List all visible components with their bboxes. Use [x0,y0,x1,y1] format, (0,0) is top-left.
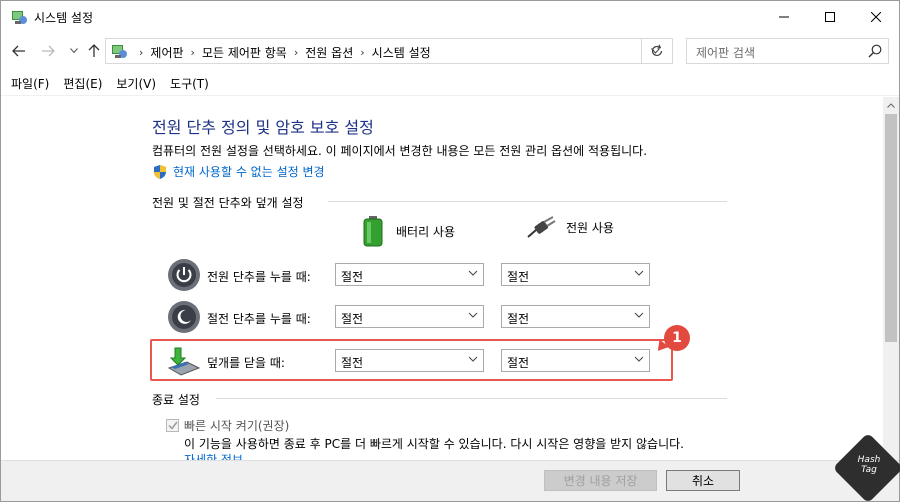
fast-startup-description: 이 기능을 사용하면 종료 후 PC를 더 빠르게 시작할 수 있습니다. 다시… [184,437,684,451]
power-button-label: 전원 단추를 누를 때: [207,270,311,284]
title-bar: 시스템 설정 [1,1,899,32]
breadcrumb-separator[interactable]: › [191,46,195,59]
select-value: 절전 [341,270,364,284]
uac-shield-icon [154,164,166,179]
change-link-label[interactable]: 현재 사용할 수 없는 설정 변경 [173,163,325,180]
search-placeholder: 제어판 검색 [696,46,756,60]
chevron-down-icon [468,312,478,318]
menu-edit[interactable]: 편집(E) [56,75,109,92]
section-divider [216,398,727,399]
menu-file[interactable]: 파일(F) [4,75,56,92]
save-changes-button[interactable]: 변경 내용 저장 [544,470,657,491]
control-panel-icon [12,11,27,24]
more-info-link[interactable]: 자세한 정보 [184,451,243,460]
battery-column-header: 배터리 사용 [362,215,455,247]
select-value: 절전 [507,270,530,284]
watermark-line2: Tag [861,465,877,475]
plugged-column-header: 전원 사용 [526,215,614,239]
watermark-line1: Hash [857,455,881,465]
select-value: 절전 [507,312,530,326]
sleep-button-battery-select[interactable]: 절전 [335,305,484,328]
power-button-icon [168,259,200,291]
recent-locations-button[interactable] [65,42,83,60]
scroll-thumb[interactable] [885,114,897,342]
page-title: 전원 단추 정의 및 암호 보호 설정 [152,118,374,137]
shutdown-section-label: 종료 설정 [152,393,200,407]
fast-startup-label: 빠른 시작 켜기(권장) [184,419,290,433]
close-icon [871,11,881,22]
battery-column-label: 배터리 사용 [396,224,456,239]
breadcrumb-power-options[interactable]: 전원 옵션 [305,44,353,61]
scroll-up-button[interactable] [883,97,899,113]
breadcrumb-all-items[interactable]: 모든 제어판 항목 [202,44,287,61]
plugged-column-label: 전원 사용 [566,220,614,235]
close-button[interactable] [853,1,899,32]
system-settings-window: 시스템 설정 › 제어판 › 모든 제어판 항목 › 전원 옵션 › 시스템 설… [0,0,900,503]
maximize-button[interactable] [807,1,853,32]
highlight-box [150,339,673,381]
window-title: 시스템 설정 [34,11,94,25]
refresh-icon [651,44,663,57]
up-button[interactable] [85,42,103,60]
footer-bar: 변경 내용 저장 취소 [1,460,899,501]
sleep-button-icon [168,301,200,333]
up-arrow-icon [88,44,100,57]
chevron-down-icon [634,270,644,276]
breadcrumb-separator[interactable]: › [360,46,364,59]
chevron-down-icon [634,312,644,318]
cancel-button[interactable]: 취소 [666,470,740,491]
navigation-bar: › 제어판 › 모든 제어판 항목 › 전원 옵션 › 시스템 설정 제어판 검… [1,34,899,68]
breadcrumb-system-settings[interactable]: 시스템 설정 [372,44,431,61]
vertical-scrollbar[interactable] [883,97,899,460]
fast-startup-checkbox[interactable] [166,419,179,432]
search-input[interactable]: 제어판 검색 [686,38,889,64]
change-unavailable-settings-link[interactable]: 현재 사용할 수 없는 설정 변경 [152,163,325,180]
chevron-down-icon [468,270,478,276]
annotation-badge: 1 [664,325,690,351]
forward-button[interactable] [39,42,57,60]
power-plug-icon [527,216,556,238]
power-section-label: 전원 및 절전 단추와 덮개 설정 [152,196,304,210]
battery-icon [363,216,383,247]
search-icon[interactable] [868,44,882,58]
power-button-battery-select[interactable]: 절전 [335,263,484,286]
forward-arrow-icon [42,45,55,57]
minimize-button[interactable] [761,1,807,32]
checkmark-icon [167,421,178,430]
breadcrumb-separator[interactable]: › [294,46,298,59]
address-bar[interactable]: › 제어판 › 모든 제어판 항목 › 전원 옵션 › 시스템 설정 [105,38,673,64]
breadcrumb-separator: › [139,46,144,59]
breadcrumb: › 제어판 › 모든 제어판 항목 › 전원 옵션 › 시스템 설정 [132,44,431,61]
chevron-up-icon [887,102,895,108]
menu-bar: 파일(F) 편집(E) 보기(V) 도구(T) [1,72,899,96]
chevron-down-icon [70,48,78,54]
breadcrumb-control-panel[interactable]: 제어판 [150,44,183,61]
maximize-icon [825,11,835,22]
menu-tools[interactable]: 도구(T) [163,75,216,92]
sleep-button-plugged-select[interactable]: 절전 [501,305,650,328]
section-divider [328,201,727,202]
menu-view[interactable]: 보기(V) [109,75,163,92]
sleep-button-label: 절전 단추를 누를 때: [207,312,311,326]
refresh-button[interactable] [641,38,673,64]
control-panel-icon [112,45,127,58]
back-button[interactable] [10,42,28,60]
page-description: 컴퓨터의 전원 설정을 선택하세요. 이 페이지에서 변경한 내용은 모든 전원… [152,144,648,158]
main-content: 전원 단추 정의 및 암호 보호 설정 컴퓨터의 전원 설정을 선택하세요. 이… [1,97,883,460]
back-arrow-icon [12,45,25,57]
select-value: 절전 [341,312,364,326]
minimize-icon [779,16,789,17]
power-button-plugged-select[interactable]: 절전 [501,263,650,286]
watermark-text: Hash Tag [854,455,884,475]
